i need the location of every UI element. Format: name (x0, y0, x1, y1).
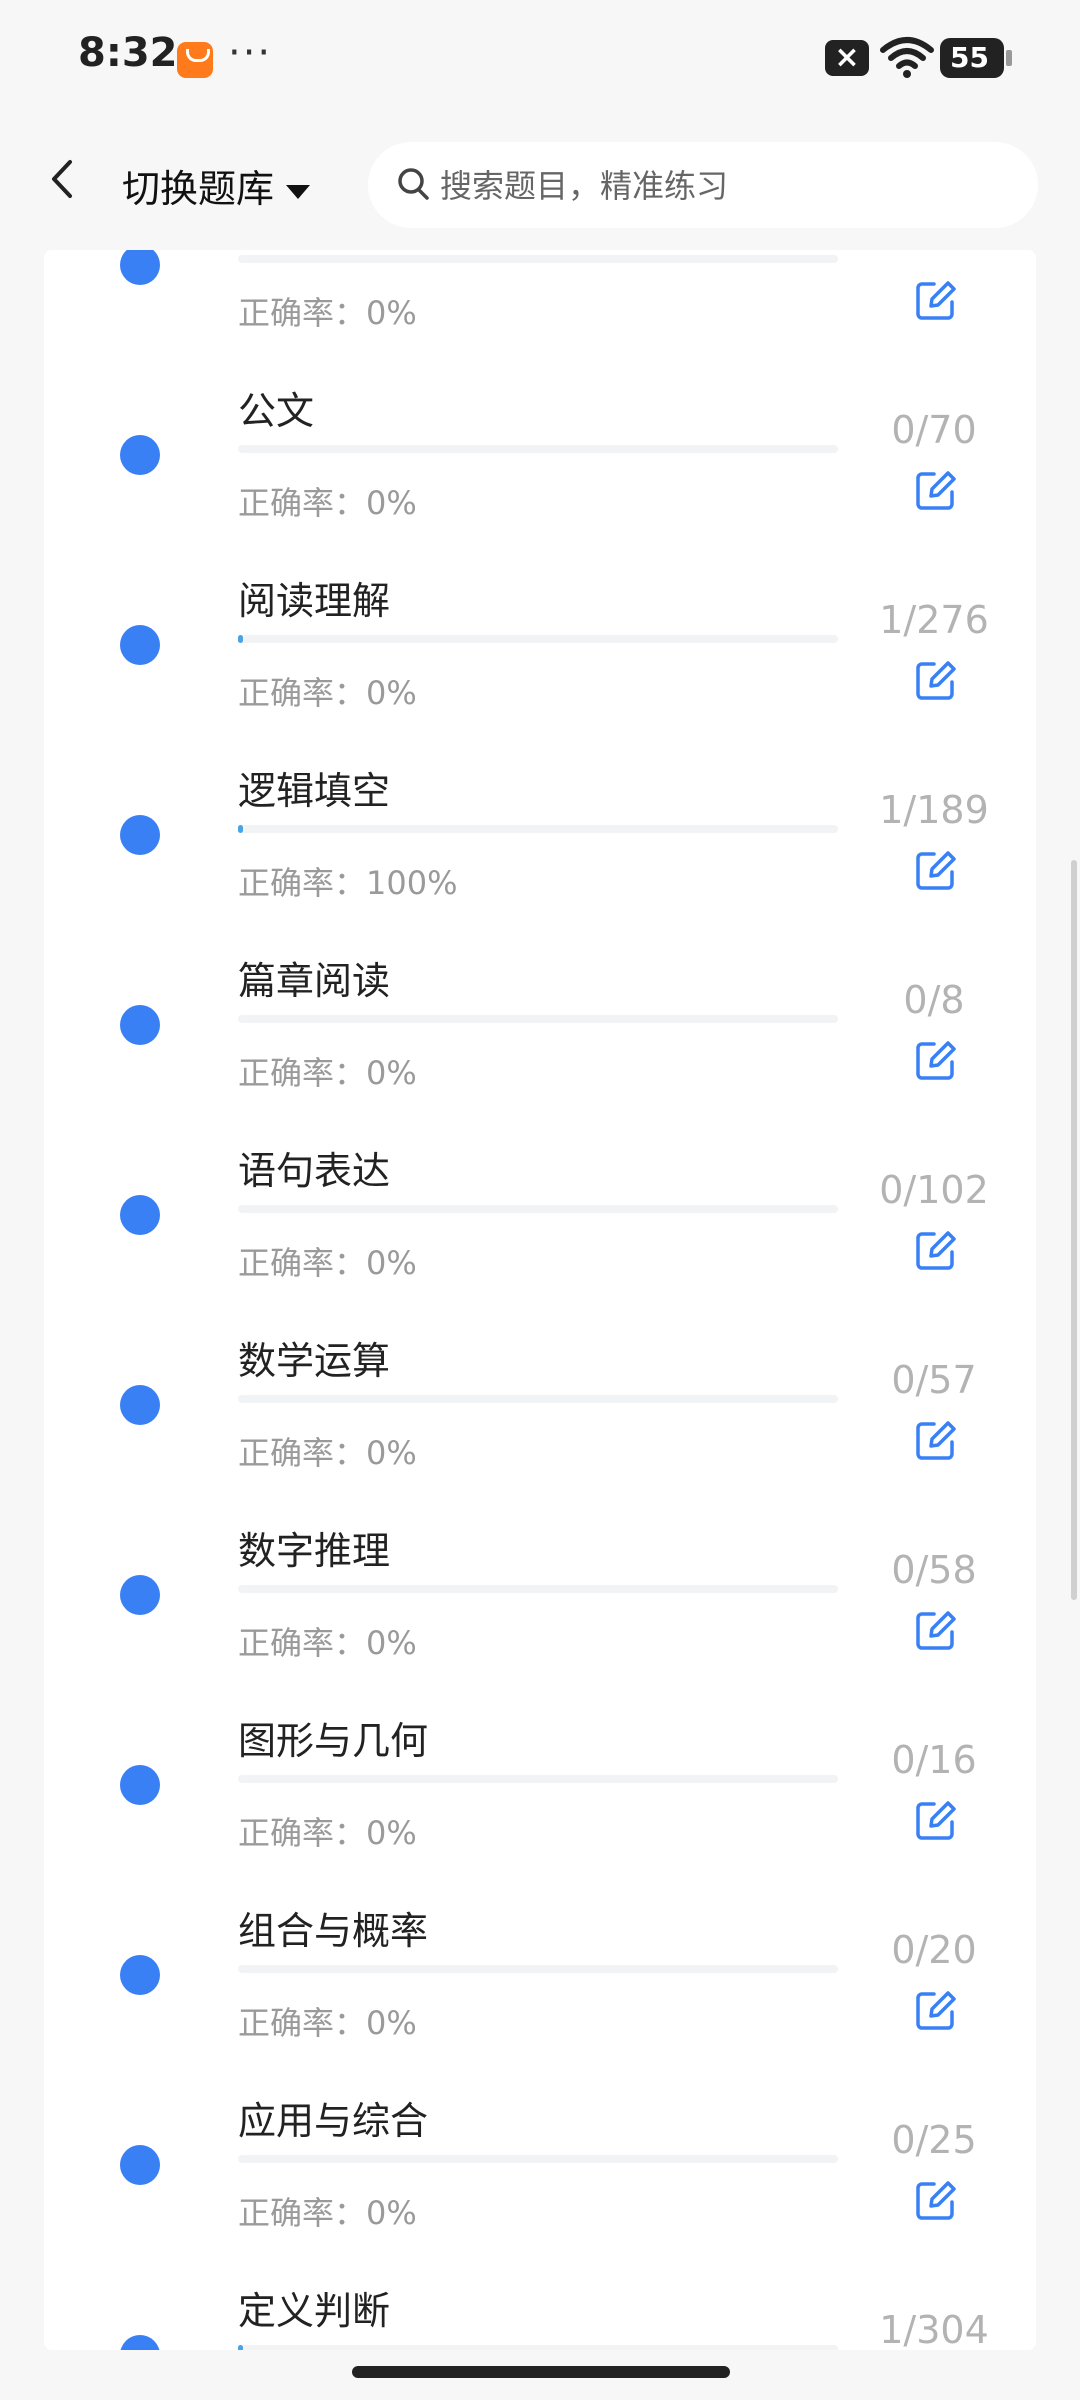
bullet-dot (120, 1955, 160, 1995)
overflow-icon: ··· (228, 30, 273, 76)
category-name: 定义判断 (238, 2289, 391, 2333)
category-name: 组合与概率 (238, 1909, 429, 1953)
list-item[interactable]: 逻辑填空 正确率：100% 1/189 (44, 700, 1036, 902)
progress-track (238, 2345, 838, 2350)
edit-icon[interactable] (914, 848, 958, 892)
switch-bank-button[interactable]: 切换题库 (122, 158, 311, 213)
battery-icon: 55 (940, 38, 1012, 78)
top-header: 切换题库 (0, 120, 1080, 250)
bullet-dot (120, 1385, 160, 1425)
progress-track (238, 1205, 838, 1213)
list-item[interactable]: 语句表达 正确率：0% 0/102 (44, 1080, 1036, 1282)
wifi-icon (880, 37, 934, 78)
progress-track (238, 1395, 838, 1403)
progress-count: 0/20 (891, 1928, 977, 1972)
progress-track (238, 1775, 838, 1783)
bullet-dot (120, 1005, 160, 1045)
edit-icon[interactable] (914, 468, 958, 512)
bullet-dot (120, 1575, 160, 1615)
category-name: 数字推理 (238, 1529, 391, 1573)
progress-count: 0/8 (903, 978, 965, 1022)
scrollbar[interactable] (1071, 860, 1077, 1600)
category-name: 图形与几何 (238, 1719, 429, 1763)
list-item[interactable]: 图形与几何 正确率：0% 0/16 (44, 1650, 1036, 1852)
back-arrow-icon[interactable] (38, 154, 88, 204)
edit-icon[interactable] (914, 1798, 958, 1842)
category-name: 公文 (238, 389, 315, 433)
list-item[interactable]: 应用与综合 正确率：0% 0/25 (44, 2030, 1036, 2232)
category-name: 应用与综合 (238, 2099, 429, 2143)
progress-track (238, 1585, 838, 1593)
list-item[interactable]: 公文 正确率：0% 0/70 (44, 320, 1036, 522)
bullet-dot (120, 625, 160, 665)
progress-fill (238, 635, 243, 643)
category-name: 语句表达 (238, 1149, 391, 1193)
bullet-dot (120, 815, 160, 855)
app-badge-icon (177, 42, 213, 78)
caret-down-icon (286, 184, 311, 199)
progress-track (238, 1015, 838, 1023)
edit-icon[interactable] (914, 658, 958, 702)
progress-count: 0/102 (879, 1168, 989, 1212)
edit-icon[interactable] (914, 278, 958, 322)
edit-icon[interactable] (914, 1418, 958, 1462)
progress-fill (238, 2345, 243, 2350)
category-name: 阅读理解 (238, 579, 391, 623)
list-item[interactable]: 篇章阅读 正确率：0% 0/8 (44, 890, 1036, 1092)
edit-icon[interactable] (914, 1608, 958, 1652)
progress-count: 0/16 (891, 1738, 977, 1782)
bullet-dot (120, 250, 160, 285)
home-indicator[interactable] (352, 2366, 730, 2378)
progress-track (238, 825, 838, 833)
search-box[interactable] (368, 142, 1038, 228)
list-item[interactable]: 数学运算 正确率：0% 0/57 (44, 1270, 1036, 1472)
progress-track (238, 2155, 838, 2163)
switch-bank-label: 切换题库 (122, 167, 275, 211)
category-name: 数学运算 (238, 1339, 391, 1383)
close-icon: × (825, 40, 869, 76)
bullet-dot (120, 435, 160, 475)
progress-track (238, 255, 838, 263)
progress-count: 0/70 (891, 408, 977, 452)
category-name: 逻辑填空 (238, 769, 391, 813)
edit-icon[interactable] (914, 2178, 958, 2222)
category-name: 篇章阅读 (238, 959, 391, 1003)
search-icon (398, 168, 429, 200)
bullet-dot (120, 1765, 160, 1805)
progress-count: 1/304 (879, 2308, 989, 2350)
progress-count: 0/58 (891, 1548, 977, 1592)
progress-fill (238, 825, 243, 833)
status-time: 8:32 (78, 30, 178, 76)
progress-count: 1/276 (879, 598, 989, 642)
progress-count: 0/25 (891, 2118, 977, 2162)
category-list: 正确率：0% 公文 正确率：0% 0/70 阅读理解 正确率：0% 1/276 … (44, 250, 1036, 2350)
edit-icon[interactable] (914, 1988, 958, 2032)
list-item[interactable]: 阅读理解 正确率：0% 1/276 (44, 510, 1036, 712)
progress-track (238, 445, 838, 453)
list-item[interactable]: 数字推理 正确率：0% 0/58 (44, 1460, 1036, 1662)
progress-count: 1/189 (879, 788, 989, 832)
bullet-dot (120, 2335, 160, 2350)
status-bar: 8:32 ··· × 55 (0, 0, 1080, 120)
edit-icon[interactable] (914, 1228, 958, 1272)
bullet-dot (120, 1195, 160, 1235)
list-item[interactable]: 正确率：0% (44, 250, 1036, 332)
list-item[interactable]: 定义判断 正确率： 1/304 (44, 2220, 1036, 2350)
edit-icon[interactable] (914, 1038, 958, 1082)
bullet-dot (120, 2145, 160, 2185)
progress-track (238, 1965, 838, 1973)
progress-count: 0/57 (891, 1358, 977, 1402)
list-item[interactable]: 组合与概率 正确率：0% 0/20 (44, 1840, 1036, 2042)
progress-track (238, 635, 838, 643)
search-input[interactable] (438, 160, 1002, 212)
